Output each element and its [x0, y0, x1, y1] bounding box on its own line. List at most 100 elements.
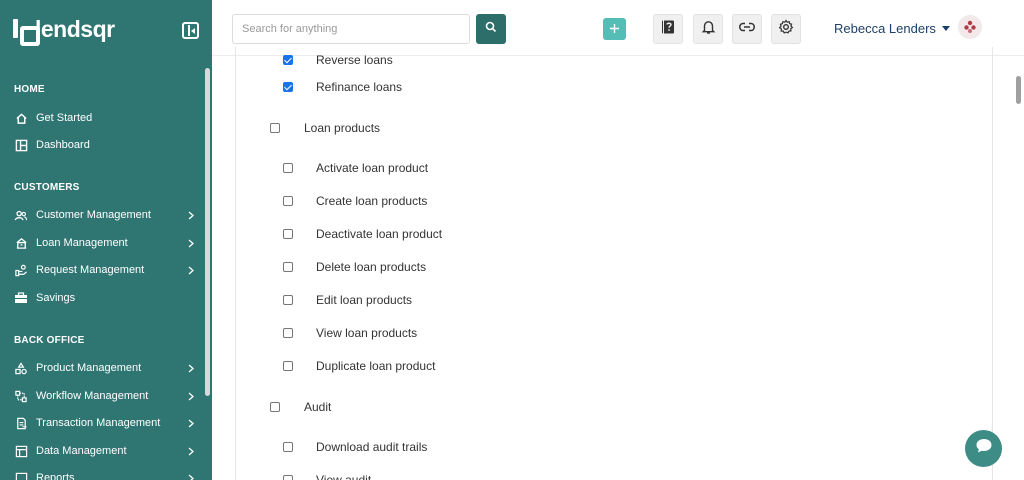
permission-label: Deactivate loan product [316, 227, 443, 241]
search-input[interactable] [232, 14, 470, 44]
sidebar-item-loan-management[interactable]: Loan Management [14, 233, 196, 253]
gear-icon [778, 18, 794, 40]
permission-checkbox[interactable] [270, 402, 280, 412]
page-scrollbar[interactable] [1016, 76, 1021, 104]
sidebar-item-label: Dashboard [36, 139, 90, 151]
permission-item[interactable]: View audit [283, 471, 371, 480]
sidebar-item-label: Transaction Management [36, 417, 161, 429]
sidebar-item-request-management[interactable]: Request Management [14, 260, 196, 280]
search-button[interactable] [476, 14, 506, 44]
sidebar-item-label: Customer Management [36, 209, 151, 221]
sidebar-item-label: Product Management [36, 362, 142, 374]
main-content: Reverse loans Refinance loans Loan product… [212, 47, 1024, 480]
sidebar-item-transaction-management[interactable]: Transaction Management [14, 413, 196, 433]
sidebar-item-savings[interactable]: Savings [14, 288, 196, 308]
sidebar-item-dashboard[interactable]: Dashboard [14, 135, 196, 155]
permission-checkbox[interactable] [283, 442, 293, 452]
permission-label: View audit [316, 473, 372, 480]
reports-icon [14, 471, 28, 480]
chevron-right-icon [186, 391, 196, 401]
permission-checkbox[interactable] [283, 163, 293, 173]
sidebar-item-data-management[interactable]: Data Management [14, 441, 196, 461]
brand-logo[interactable]: lendsqr [13, 14, 115, 46]
permission-checkbox[interactable] [283, 196, 293, 206]
permission-item[interactable]: Download audit trails [283, 438, 427, 456]
permission-checkbox[interactable] [283, 82, 293, 92]
chevron-right-icon [186, 265, 196, 275]
chat-button[interactable] [965, 430, 1002, 467]
permission-group[interactable]: Loan products [270, 119, 380, 137]
sidebar-item-label: Reports [36, 472, 75, 480]
help-button[interactable] [653, 14, 683, 44]
permission-item[interactable]: View loan products [283, 324, 417, 342]
settings-button[interactable] [771, 14, 801, 44]
collapse-sidebar-icon[interactable] [182, 22, 199, 39]
dashboard-icon [14, 138, 28, 152]
permission-item[interactable]: Deactivate loan product [283, 225, 442, 243]
add-button[interactable] [603, 18, 626, 40]
sidebar-item-reports[interactable]: Reports [14, 468, 196, 480]
search-icon [485, 20, 497, 38]
permission-item[interactable]: Activate loan product [283, 159, 428, 177]
permission-item[interactable]: Reverse loans [283, 51, 393, 69]
home-icon [14, 111, 28, 125]
permission-checkbox[interactable] [283, 262, 293, 272]
permission-label: Refinance loans [316, 80, 403, 94]
brand-name: lendsqr [35, 15, 115, 42]
sidebar-item-label: Get Started [36, 112, 93, 124]
app-root: lendsqr HOME Get Started Dashboard CUSTO… [0, 0, 1024, 480]
avatar[interactable] [958, 15, 982, 39]
permission-checkbox[interactable] [283, 295, 293, 305]
caret-down-icon [941, 26, 950, 31]
data-icon [14, 444, 28, 458]
sidebar-item-label: Loan Management [36, 237, 128, 249]
permission-item[interactable]: Duplicate loan product [283, 357, 435, 375]
sidebar-item-customer-management[interactable]: Customer Management [14, 205, 196, 225]
sidebar-item-product-management[interactable]: Product Management [14, 358, 196, 378]
chevron-right-icon [186, 446, 196, 456]
sidebar-scrollbar[interactable] [205, 68, 210, 396]
permission-item[interactable]: Delete loan products [283, 258, 426, 276]
sidebar-item-get-started[interactable]: Get Started [14, 108, 196, 128]
user-menu[interactable]: Rebecca Lenders [834, 21, 950, 36]
permission-group[interactable]: Audit [270, 398, 331, 416]
chevron-right-icon [186, 418, 196, 428]
section-title-home: HOME [14, 84, 45, 95]
chevron-right-icon [186, 210, 196, 220]
bell-icon [701, 19, 716, 40]
permission-label: Audit [304, 400, 332, 414]
section-title-back-office: BACK OFFICE [14, 335, 85, 346]
permission-item[interactable]: Refinance loans [283, 78, 402, 96]
permission-checkbox[interactable] [270, 123, 280, 133]
chevron-right-icon [186, 238, 196, 248]
permission-item[interactable]: Edit loan products [283, 291, 412, 309]
users-icon [14, 208, 28, 222]
permission-label: View loan products [316, 326, 418, 340]
sidebar-item-workflow-management[interactable]: Workflow Management [14, 386, 196, 406]
chat-bubble-icon [974, 436, 994, 461]
permission-item[interactable]: Create loan products [283, 192, 427, 210]
permission-checkbox[interactable] [283, 55, 293, 65]
product-icon [14, 361, 28, 375]
sidebar-item-label: Workflow Management [36, 390, 149, 402]
permission-checkbox[interactable] [283, 361, 293, 371]
section-title-customers: CUSTOMERS [14, 182, 80, 193]
permission-label: Duplicate loan product [316, 359, 436, 373]
permission-label: Create loan products [316, 194, 428, 208]
permission-checkbox[interactable] [283, 229, 293, 239]
help-book-icon [660, 19, 676, 40]
permission-label: Loan products [304, 121, 381, 135]
permission-label: Delete loan products [316, 260, 427, 274]
permission-label: Reverse loans [316, 53, 393, 67]
savings-icon [14, 291, 28, 305]
plus-icon [609, 19, 620, 39]
link-button[interactable] [732, 14, 762, 44]
permission-checkbox[interactable] [283, 328, 293, 338]
transaction-icon [14, 416, 28, 430]
sidebar-item-label: Savings [36, 292, 76, 304]
chevron-right-icon [186, 473, 196, 480]
permission-label: Edit loan products [316, 293, 413, 307]
notifications-button[interactable] [693, 14, 723, 44]
permission-label: Activate loan product [316, 161, 429, 175]
permission-checkbox[interactable] [283, 475, 293, 480]
